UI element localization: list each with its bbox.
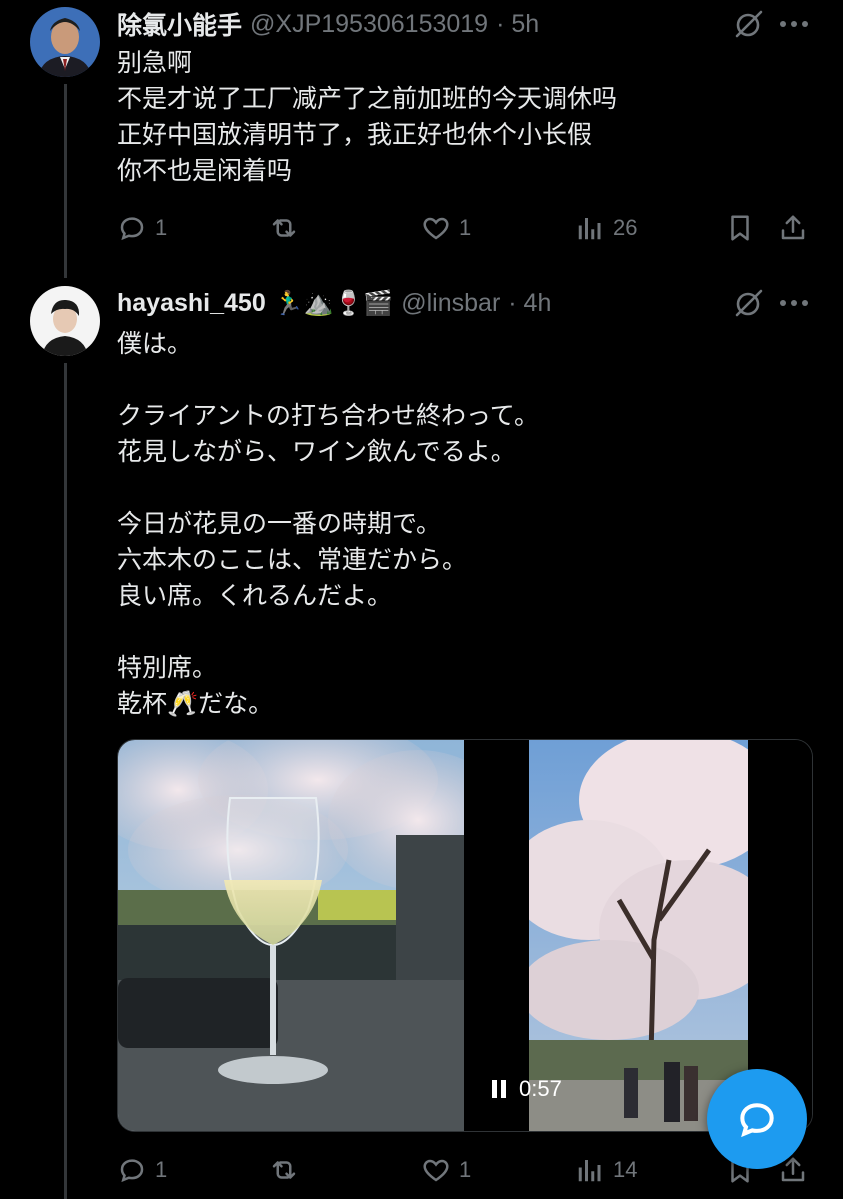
views-icon bbox=[578, 1160, 601, 1182]
retweet-icon bbox=[272, 1161, 296, 1179]
reply-compose-icon bbox=[740, 1103, 774, 1138]
pause-icon[interactable] bbox=[489, 1077, 509, 1101]
views-count: 26 bbox=[613, 215, 638, 240]
grok-icon[interactable] bbox=[729, 4, 769, 44]
timestamp[interactable]: · 5h bbox=[496, 10, 539, 39]
more-icon[interactable] bbox=[774, 4, 814, 44]
cherry-blossom-video[interactable] bbox=[529, 740, 748, 1131]
like-button[interactable]: 1 bbox=[421, 1150, 471, 1190]
retweet-icon bbox=[272, 219, 296, 237]
heart-icon bbox=[423, 217, 449, 240]
more-icon[interactable] bbox=[774, 283, 814, 323]
reply-button[interactable]: 1 bbox=[117, 208, 167, 248]
heart-icon bbox=[423, 1159, 449, 1182]
bookmark-button[interactable] bbox=[725, 208, 755, 248]
tweet-header: hayashi_450 🏃‍♂️⛰️🍷🎬 @linsbar · 4h bbox=[117, 283, 551, 323]
tweet-text-line: 花見しながら、ワイン飲んでるよ。 bbox=[117, 438, 516, 466]
views-count: 14 bbox=[613, 1157, 638, 1182]
grok-icon[interactable] bbox=[729, 283, 769, 323]
tweet-text-line bbox=[117, 470, 813, 506]
tweet-text-line bbox=[117, 362, 813, 398]
video-duration: 0:57 bbox=[519, 1076, 562, 1101]
action-bar: 1 1 26 bbox=[117, 208, 817, 248]
bookmark-icon bbox=[731, 215, 749, 241]
display-name[interactable]: hayashi_450 bbox=[117, 289, 266, 318]
tweet-text-line: クライアントの打ち合わせ終わって。 bbox=[117, 402, 540, 430]
tweet-text: 别急啊 不是才说了工厂减产了之前加班的今天调休吗 正好中国放清明节了，我正好也休… bbox=[117, 45, 813, 189]
like-button[interactable]: 1 bbox=[421, 208, 471, 248]
avatar[interactable] bbox=[30, 286, 100, 356]
views-button[interactable]: 26 bbox=[575, 208, 637, 248]
name-emojis: 🏃‍♂️⛰️🍷🎬 bbox=[273, 289, 394, 317]
avatar[interactable] bbox=[30, 7, 100, 77]
reply-count: 1 bbox=[155, 215, 168, 240]
tweet-text: 僕は。 クライアントの打ち合わせ終わって。 花見しながら、ワイン飲んでるよ。 今… bbox=[117, 326, 813, 722]
tweet-text-line: 别急啊 bbox=[117, 49, 193, 77]
timestamp[interactable]: · 4h bbox=[508, 289, 551, 318]
tweet-text-line: 乾杯🥂だな。 bbox=[117, 690, 274, 718]
reply-button[interactable]: 1 bbox=[117, 1150, 167, 1190]
wine-glass-photo[interactable] bbox=[118, 740, 464, 1131]
video-controls: 0:57 bbox=[489, 1071, 562, 1107]
reply-icon bbox=[120, 1159, 144, 1183]
tweet-text-line: 僕は。 bbox=[117, 330, 193, 358]
user-handle[interactable]: @linsbar bbox=[401, 289, 500, 318]
tweet-1[interactable]: 除氯小能手 @XJP195306153019 · 5h 别急啊 不是才说了工厂减… bbox=[0, 0, 843, 280]
reply-count: 1 bbox=[155, 1157, 168, 1182]
retweet-button[interactable] bbox=[269, 208, 307, 248]
tweet-text-line bbox=[117, 614, 813, 650]
reply-compose-button[interactable] bbox=[707, 1069, 807, 1169]
like-count: 1 bbox=[459, 215, 472, 240]
reply-icon bbox=[120, 217, 144, 241]
tweet-header: 除氯小能手 @XJP195306153019 · 5h bbox=[117, 4, 539, 44]
tweet-text-line: 不是才说了工厂减产了之前加班的今天调休吗 bbox=[117, 85, 618, 113]
tweet-text-line: 你不也是闲着吗 bbox=[117, 157, 293, 185]
tweet-text-line: 良い席。くれるんだよ。 bbox=[117, 582, 393, 610]
action-bar: 1 1 14 bbox=[117, 1150, 817, 1190]
retweet-button[interactable] bbox=[269, 1150, 307, 1190]
thread-view: 除氯小能手 @XJP195306153019 · 5h 别急啊 不是才说了工厂减… bbox=[0, 0, 843, 1199]
display-name[interactable]: 除氯小能手 bbox=[117, 6, 242, 42]
user-handle[interactable]: @XJP195306153019 bbox=[250, 10, 488, 39]
tweet-text-line: 特別席。 bbox=[117, 654, 218, 682]
views-button[interactable]: 14 bbox=[575, 1150, 637, 1190]
tweet-text-line: 正好中国放清明节了，我正好也休个小长假 bbox=[117, 121, 593, 149]
views-icon bbox=[578, 218, 601, 240]
like-count: 1 bbox=[459, 1157, 472, 1182]
share-button[interactable] bbox=[778, 208, 808, 248]
media-attachment[interactable]: 0:57 bbox=[117, 739, 813, 1132]
tweet-text-line: 今日が花見の一番の時期で。 bbox=[117, 510, 442, 538]
tweet-text-line: 六本木のここは、常連だから。 bbox=[117, 546, 468, 574]
share-icon bbox=[781, 215, 805, 240]
